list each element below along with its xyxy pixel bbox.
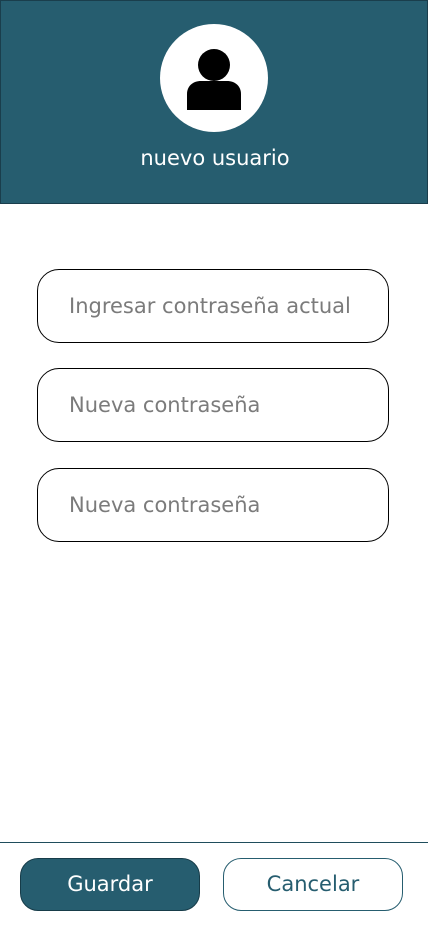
save-button[interactable]: Guardar xyxy=(20,858,200,911)
confirm-new-password-field[interactable] xyxy=(37,468,389,542)
cancel-button[interactable]: Cancelar xyxy=(223,858,403,911)
username-label: nuevo usuario xyxy=(140,146,290,170)
current-password-field[interactable] xyxy=(37,269,389,343)
new-password-field[interactable] xyxy=(37,368,389,442)
profile-header: nuevo usuario xyxy=(0,0,428,204)
avatar[interactable] xyxy=(160,24,268,132)
user-icon xyxy=(187,49,241,110)
footer-divider xyxy=(0,842,428,843)
